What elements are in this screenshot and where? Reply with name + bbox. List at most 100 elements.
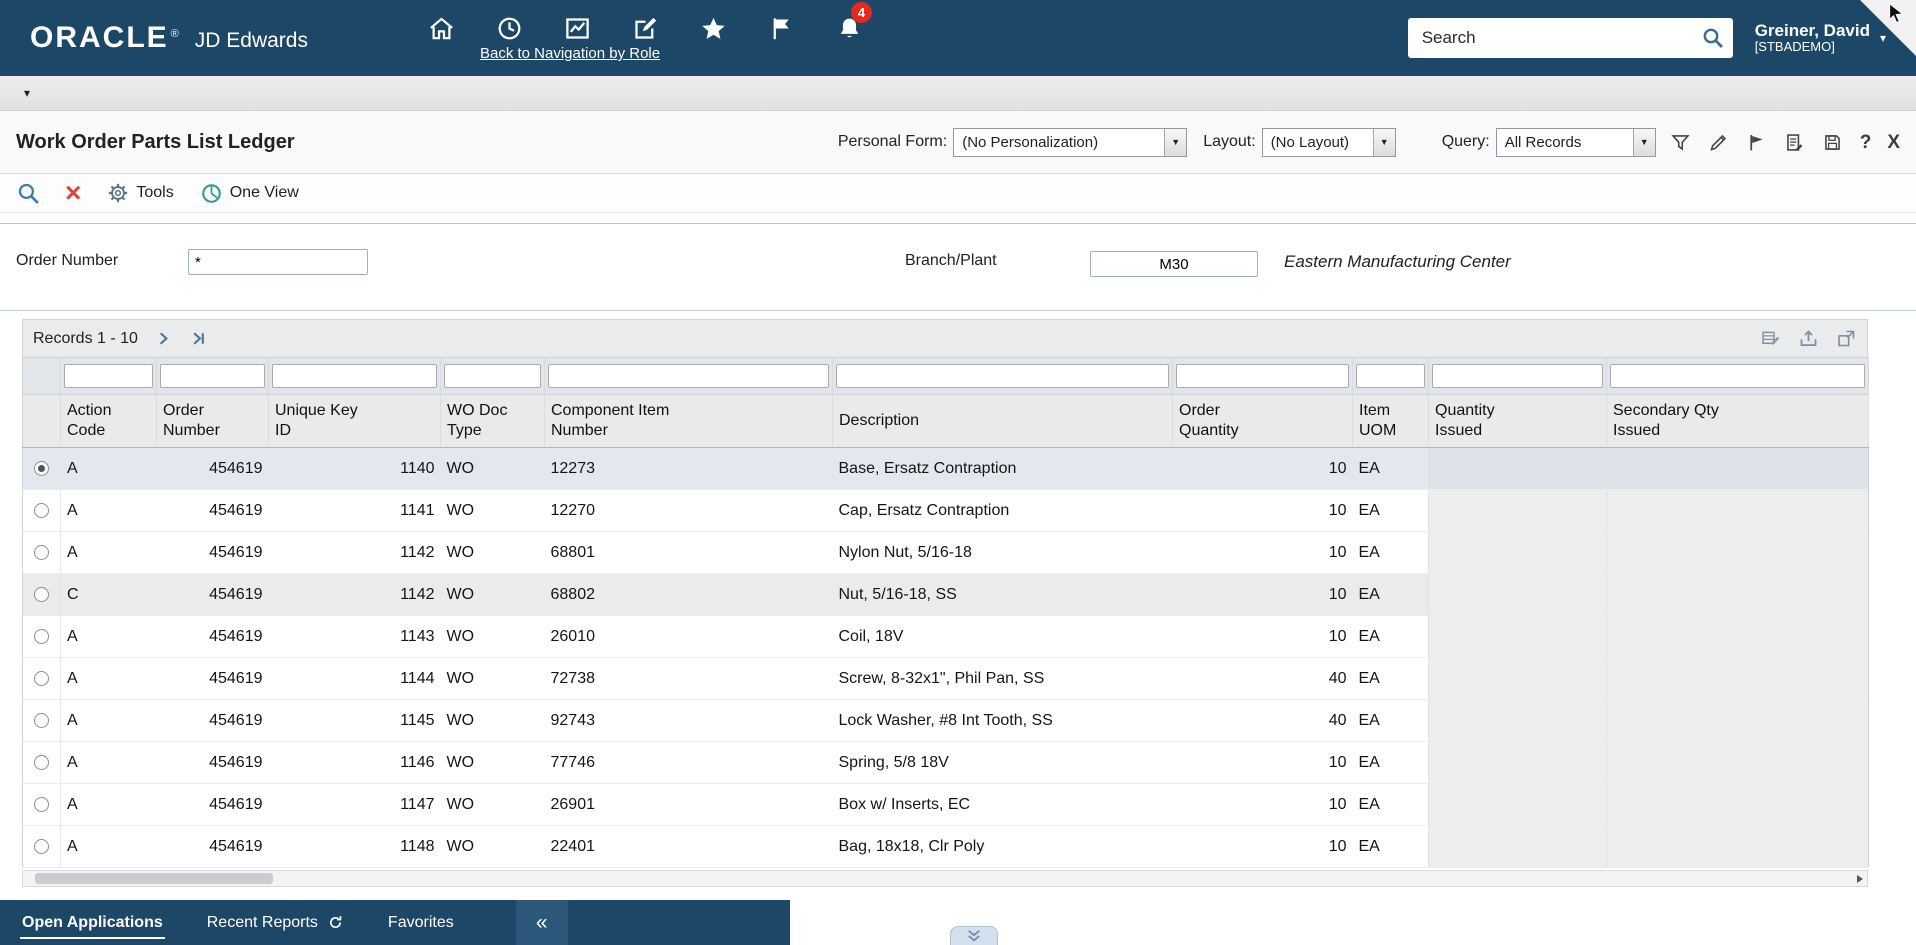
cell-qty[interactable]: 10 — [1173, 742, 1353, 784]
qbe-filter-action[interactable] — [64, 364, 153, 388]
row-select-cell[interactable] — [23, 616, 61, 658]
cell-item[interactable]: 68802 — [545, 574, 833, 616]
cell-order[interactable]: 454619 — [157, 574, 269, 616]
cell-uom[interactable]: EA — [1353, 826, 1429, 868]
cell-qty[interactable]: 10 — [1173, 574, 1353, 616]
cell-item[interactable]: 68801 — [545, 532, 833, 574]
refresh-icon[interactable] — [327, 914, 344, 931]
cell-key_id[interactable]: 1142 — [269, 532, 441, 574]
row-select-cell[interactable] — [23, 742, 61, 784]
cell-key_id[interactable]: 1142 — [269, 574, 441, 616]
cell-sec_qty[interactable] — [1607, 532, 1869, 574]
qbe-filter-sec_qty[interactable] — [1610, 364, 1865, 388]
cell-key_id[interactable]: 1145 — [269, 700, 441, 742]
recent-activity-icon[interactable] — [496, 14, 524, 42]
tools-menu[interactable]: Tools — [107, 182, 173, 204]
cell-desc[interactable]: Base, Ersatz Contraption — [833, 448, 1173, 490]
cell-action[interactable]: A — [61, 700, 157, 742]
qbe-filter-qty_issued[interactable] — [1432, 364, 1603, 388]
column-header-uom[interactable]: Item UOM — [1353, 395, 1429, 448]
cell-doc_type[interactable]: WO — [441, 532, 545, 574]
cell-item[interactable]: 12270 — [545, 490, 833, 532]
cell-desc[interactable]: Nut, 5/16-18, SS — [833, 574, 1173, 616]
cell-uom[interactable]: EA — [1353, 742, 1429, 784]
row-select-cell[interactable] — [23, 490, 61, 532]
search-input[interactable] — [1420, 27, 1701, 49]
cell-qty_issued[interactable] — [1429, 448, 1607, 490]
grid-row[interactable]: A4546191141WO12270Cap, Ersatz Contraptio… — [23, 490, 1869, 532]
run-query-icon[interactable] — [1746, 131, 1768, 153]
cell-qty_issued[interactable] — [1429, 490, 1607, 532]
close-form-icon[interactable]: × — [65, 179, 81, 207]
cell-desc[interactable]: Coil, 18V — [833, 616, 1173, 658]
next-page-icon[interactable] — [154, 329, 173, 348]
grid-row[interactable]: A4546191146WO77746Spring, 5/8 18V10EA — [23, 742, 1869, 784]
column-header-order[interactable]: Order Number — [157, 395, 269, 448]
grid-row[interactable]: A4546191142WO68801Nylon Nut, 5/16-1810EA — [23, 532, 1869, 574]
cell-qty_issued[interactable] — [1429, 574, 1607, 616]
column-header-desc[interactable]: Description — [833, 395, 1173, 448]
column-header-key_id[interactable]: Unique Key ID — [269, 395, 441, 448]
home-icon[interactable] — [428, 14, 456, 42]
cell-qty_issued[interactable] — [1429, 616, 1607, 658]
row-select-radio[interactable] — [34, 545, 49, 560]
row-select-radio[interactable] — [34, 461, 49, 476]
grid-row[interactable]: A4546191148WO22401Bag, 18x18, Clr Poly10… — [23, 826, 1869, 868]
expand-grid-icon[interactable] — [1836, 328, 1857, 349]
tab-recent-reports[interactable]: Recent Reports — [185, 900, 366, 945]
cell-order[interactable]: 454619 — [157, 658, 269, 700]
cell-sec_qty[interactable] — [1607, 700, 1869, 742]
row-select-radio[interactable] — [34, 755, 49, 770]
qbe-filter-desc[interactable] — [836, 364, 1169, 388]
cell-qty_issued[interactable] — [1429, 658, 1607, 700]
cell-item[interactable]: 26901 — [545, 784, 833, 826]
cell-qty[interactable]: 10 — [1173, 490, 1353, 532]
cell-sec_qty[interactable] — [1607, 826, 1869, 868]
cell-action[interactable]: A — [61, 490, 157, 532]
row-select-radio[interactable] — [34, 629, 49, 644]
branch-plant-input[interactable] — [1090, 251, 1258, 277]
cell-qty_issued[interactable] — [1429, 700, 1607, 742]
cell-doc_type[interactable]: WO — [441, 742, 545, 784]
cell-key_id[interactable]: 1148 — [269, 826, 441, 868]
cell-order[interactable]: 454619 — [157, 742, 269, 784]
one-view-menu[interactable]: One View — [200, 182, 299, 205]
cell-desc[interactable]: Screw, 8-32x1", Phil Pan, SS — [833, 658, 1173, 700]
find-icon[interactable] — [16, 181, 41, 206]
cell-doc_type[interactable]: WO — [441, 616, 545, 658]
cell-qty[interactable]: 10 — [1173, 616, 1353, 658]
cell-doc_type[interactable]: WO — [441, 700, 545, 742]
cell-sec_qty[interactable] — [1607, 784, 1869, 826]
cell-qty[interactable]: 40 — [1173, 700, 1353, 742]
cell-qty_issued[interactable] — [1429, 742, 1607, 784]
cell-order[interactable]: 454619 — [157, 532, 269, 574]
qbe-filter-item[interactable] — [548, 364, 829, 388]
cell-qty_issued[interactable] — [1429, 784, 1607, 826]
save-icon[interactable] — [1822, 131, 1844, 153]
filter-icon[interactable] — [1670, 131, 1692, 153]
edit-query-icon[interactable] — [1708, 131, 1730, 153]
row-select-radio[interactable] — [34, 671, 49, 686]
cell-item[interactable]: 12273 — [545, 448, 833, 490]
cell-doc_type[interactable]: WO — [441, 784, 545, 826]
customize-grid-icon[interactable] — [1760, 328, 1781, 349]
cell-sec_qty[interactable] — [1607, 574, 1869, 616]
cell-desc[interactable]: Lock Washer, #8 Int Tooth, SS — [833, 700, 1173, 742]
grid-row[interactable]: A4546191145WO92743Lock Washer, #8 Int To… — [23, 700, 1869, 742]
cell-order[interactable]: 454619 — [157, 784, 269, 826]
row-select-radio[interactable] — [34, 587, 49, 602]
cell-qty[interactable]: 10 — [1173, 532, 1353, 574]
cell-qty[interactable]: 10 — [1173, 826, 1353, 868]
user-menu[interactable]: Greiner, David [STBADEMO] — [1755, 21, 1870, 55]
row-select-cell[interactable] — [23, 532, 61, 574]
notifications-bell-icon[interactable]: 4 — [836, 14, 864, 42]
cell-sec_qty[interactable] — [1607, 616, 1869, 658]
cell-action[interactable]: A — [61, 448, 157, 490]
cell-uom[interactable]: EA — [1353, 700, 1429, 742]
cell-order[interactable]: 454619 — [157, 448, 269, 490]
expand-panel-button[interactable] — [950, 926, 998, 945]
ribbon-menu-caret-icon[interactable]: ▾ — [24, 86, 30, 100]
cell-item[interactable]: 77746 — [545, 742, 833, 784]
row-select-cell[interactable] — [23, 448, 61, 490]
cell-order[interactable]: 454619 — [157, 490, 269, 532]
